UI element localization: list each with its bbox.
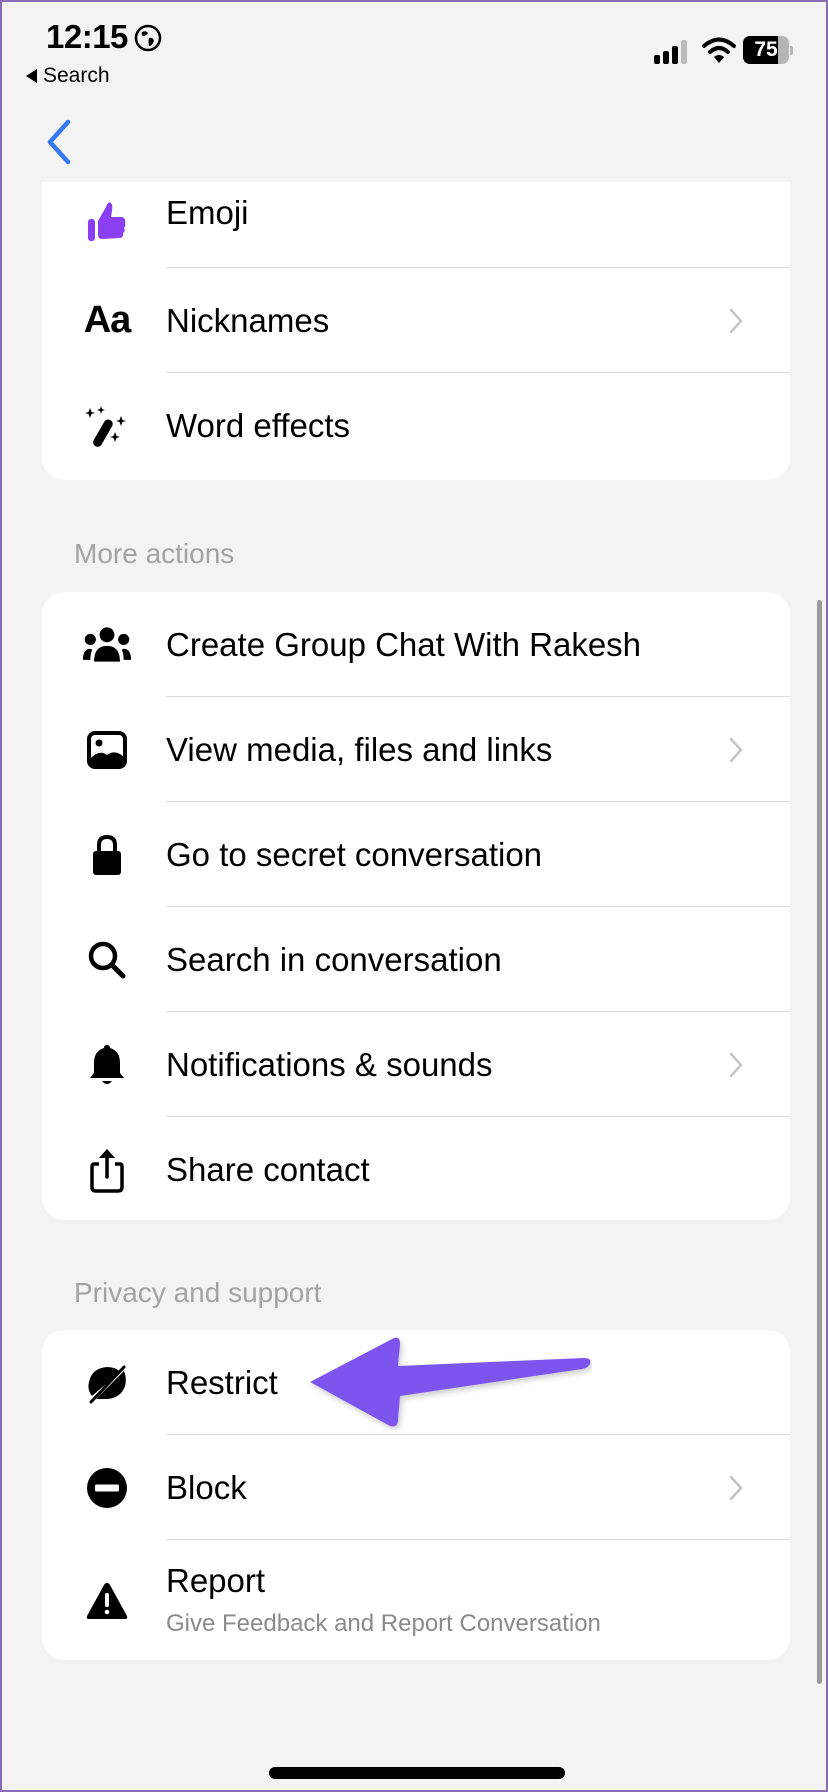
menu-item-label: Nicknames xyxy=(166,301,330,339)
menu-item-label: Create Group Chat With Rakesh xyxy=(166,625,642,663)
menu-item-emoji[interactable]: Emoji xyxy=(42,182,790,268)
menu-item-label: Emoji xyxy=(166,194,249,231)
bell-icon xyxy=(82,1040,132,1090)
menu-item-label: Share contact xyxy=(166,1150,370,1188)
menu-item-view-media[interactable]: View media, files and links xyxy=(42,697,790,802)
menu-item-notifications[interactable]: Notifications & sounds xyxy=(42,1012,790,1117)
magic-wand-icon xyxy=(82,401,132,451)
menu-item-secret-conversation[interactable]: Go to secret conversation xyxy=(42,802,790,907)
menu-item-label: Restrict xyxy=(166,1363,278,1401)
search-icon xyxy=(82,935,132,985)
menu-item-label: Report xyxy=(166,1562,266,1599)
menu-item-label: View media, files and links xyxy=(166,730,553,768)
status-bar: 12:15 Search 75 xyxy=(2,2,826,102)
menu-item-share-contact[interactable]: Share contact xyxy=(42,1117,790,1220)
menu-item-create-group[interactable]: Create Group Chat With Rakesh xyxy=(42,592,790,697)
home-indicator[interactable] xyxy=(269,1767,565,1779)
battery-icon: 75 xyxy=(743,36,793,64)
menu-item-sublabel: Give Feedback and Report Conversation xyxy=(166,1610,601,1637)
menu-item-label: Go to secret conversation xyxy=(166,835,543,873)
warning-icon xyxy=(82,1576,132,1626)
text-aa-icon: Aa xyxy=(83,299,132,341)
image-icon xyxy=(82,725,132,775)
group-icon xyxy=(82,620,132,670)
globe-icon xyxy=(134,24,162,52)
restrict-icon xyxy=(82,1358,132,1408)
menu-item-label: Notifications & sounds xyxy=(166,1045,493,1083)
menu-item-restrict[interactable]: Restrict xyxy=(42,1330,790,1435)
chevron-right-icon xyxy=(729,737,743,762)
menu-item-label: Word effects xyxy=(166,406,351,444)
back-triangle-icon xyxy=(26,69,37,83)
chevron-left-icon[interactable] xyxy=(42,118,78,166)
menu-item-label: Search in conversation xyxy=(166,940,502,978)
section-title-more-actions: More actions xyxy=(74,538,235,569)
signal-icon xyxy=(654,40,687,64)
section-title-privacy: Privacy and support xyxy=(74,1277,322,1308)
menu-item-word-effects[interactable]: Word effects xyxy=(42,373,790,478)
privacy-support-card: Restrict Block Report Give Feedback and … xyxy=(42,1330,790,1660)
chevron-right-icon xyxy=(729,308,743,333)
more-actions-card: Create Group Chat With Rakesh View media… xyxy=(42,592,790,1220)
chevron-right-icon xyxy=(729,1475,743,1500)
scrollbar[interactable] xyxy=(817,600,822,1684)
wifi-icon xyxy=(702,37,736,63)
lock-icon xyxy=(82,830,132,880)
menu-item-search-conversation[interactable]: Search in conversation xyxy=(42,907,790,1012)
share-icon xyxy=(82,1145,132,1195)
block-icon xyxy=(82,1463,132,1513)
menu-item-nicknames[interactable]: Aa Nicknames xyxy=(42,268,790,373)
menu-item-report[interactable]: Report Give Feedback and Report Conversa… xyxy=(42,1540,790,1660)
chevron-right-icon xyxy=(729,1052,743,1077)
thumbs-up-icon xyxy=(82,196,132,246)
back-to-app-link[interactable]: Search xyxy=(26,64,110,88)
back-app-label: Search xyxy=(43,64,110,87)
status-time: 12:15 xyxy=(46,18,128,55)
battery-percent: 75 xyxy=(754,38,778,61)
customization-card: Emoji Aa Nicknames Word effects xyxy=(42,182,790,480)
menu-item-label: Block xyxy=(166,1468,247,1506)
menu-item-block[interactable]: Block xyxy=(42,1435,790,1540)
